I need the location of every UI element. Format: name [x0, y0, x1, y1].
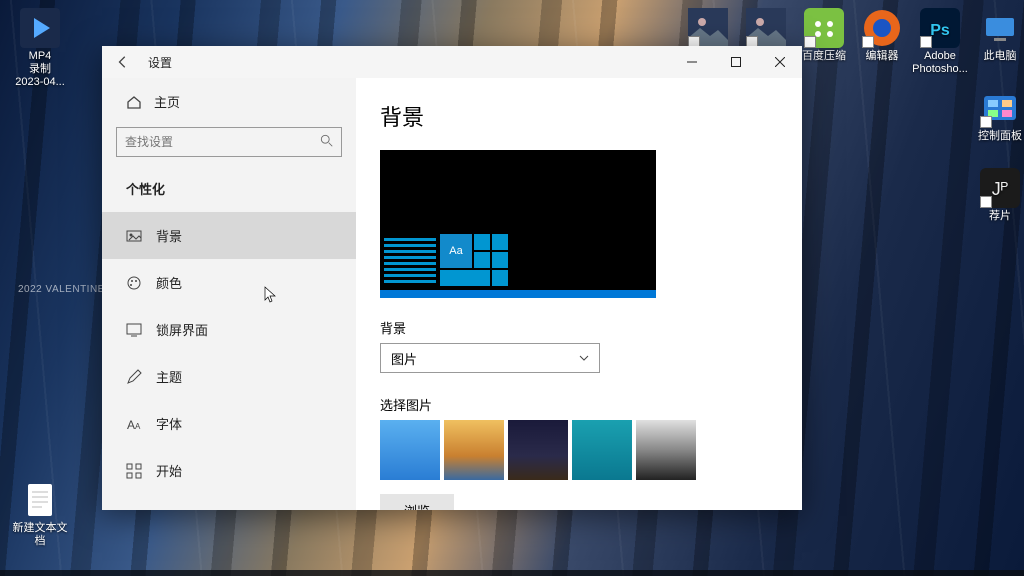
- sidebar-item-label: 字体: [156, 414, 182, 433]
- taskbar-icon: [126, 510, 142, 511]
- sidebar-item-label: 主题: [156, 367, 182, 386]
- taskbar[interactable]: [0, 570, 1024, 576]
- preview-sample-text: Aa: [440, 234, 472, 268]
- background-type-select[interactable]: 图片: [380, 343, 600, 373]
- svg-text:Ps: Ps: [930, 22, 950, 39]
- img-icon: [688, 8, 728, 48]
- sidebar-item-themes[interactable]: 主题: [102, 353, 356, 400]
- svg-text:A: A: [127, 418, 135, 432]
- img-icon: [746, 8, 786, 48]
- desktop-icon-label: MP4 录制 2023-04...: [15, 50, 65, 90]
- desktop-icon-label: 荐片: [989, 210, 1011, 223]
- font-icon: AA: [126, 416, 142, 432]
- txt-icon: [20, 480, 60, 520]
- svg-text:A: A: [135, 422, 141, 431]
- settings-window: 设置 主页 个性化 背景颜色锁屏界面主题AA字体开始任务栏 背景: [102, 46, 802, 510]
- content-pane: 背景 Aa 背景 图片 选择图片: [356, 78, 802, 510]
- home-icon: [126, 94, 142, 110]
- close-button[interactable]: [758, 46, 802, 78]
- pc-icon: [980, 8, 1020, 48]
- orange-icon: [862, 8, 902, 48]
- sidebar-item-label: 开始: [156, 461, 182, 480]
- sidebar-item-start[interactable]: 开始: [102, 447, 356, 494]
- desktop-icon-new-text-doc[interactable]: 新建文本文档: [10, 480, 70, 548]
- preview-taskbar-icon: [380, 290, 656, 298]
- preview-start-list-icon: [384, 238, 436, 286]
- ps-icon: Ps: [920, 8, 960, 48]
- page-title: 背景: [380, 100, 778, 132]
- desktop-icon-file-2[interactable]: [736, 8, 796, 48]
- back-arrow-icon: [116, 55, 130, 69]
- home-label: 主页: [154, 92, 180, 111]
- maximize-button[interactable]: [714, 46, 758, 78]
- titlebar: 设置: [102, 46, 802, 78]
- preview-start-tiles-icon: Aa: [440, 234, 508, 286]
- home-link[interactable]: 主页: [102, 78, 356, 121]
- pencil-icon: [126, 369, 142, 385]
- picture-thumb-night[interactable]: [508, 420, 568, 480]
- desktop-icon-label: 百度压缩: [802, 50, 846, 63]
- desktop-icon-mp4-recording[interactable]: MP4 录制 2023-04...: [10, 8, 70, 90]
- svg-text:Jᴾ: Jᴾ: [992, 179, 1009, 199]
- desktop-icon-label: Adobe Photosho...: [912, 50, 968, 76]
- choose-picture-label: 选择图片: [380, 395, 778, 414]
- chevron-down-icon: [579, 355, 589, 361]
- desktop-icon-label: 控制面板: [978, 130, 1022, 143]
- desktop-icon-label: 此电脑: [984, 50, 1017, 63]
- category-header: 个性化: [102, 171, 356, 212]
- sidebar-item-taskbar[interactable]: 任务栏: [102, 494, 356, 510]
- jp-icon: Jᴾ: [980, 168, 1020, 208]
- background-preview: Aa: [380, 150, 656, 298]
- search-icon: [320, 134, 334, 148]
- picture-thumb-default[interactable]: [380, 420, 440, 480]
- picture-thumb-water[interactable]: [572, 420, 632, 480]
- sidebar-item-label: 背景: [156, 226, 182, 245]
- back-button[interactable]: [112, 51, 134, 73]
- sidebar-item-label: 锁屏界面: [156, 320, 208, 339]
- sidebar-item-label: 任务栏: [156, 508, 195, 510]
- grid-icon: [126, 463, 142, 479]
- sidebar-item-label: 颜色: [156, 273, 182, 292]
- sidebar-item-fonts[interactable]: AA 字体: [102, 400, 356, 447]
- desktop-icon-ruipian[interactable]: Jᴾ 荐片: [970, 168, 1024, 223]
- search-input[interactable]: [116, 127, 342, 157]
- picture-thumb-bw[interactable]: [636, 420, 696, 480]
- picture-thumb-beach[interactable]: [444, 420, 504, 480]
- desktop-icon-this-pc[interactable]: 此电脑: [970, 8, 1024, 63]
- select-value: 图片: [391, 349, 417, 368]
- green-icon: [804, 8, 844, 48]
- desktop-icon-photoshop[interactable]: Ps Adobe Photosho...: [910, 8, 970, 76]
- sidebar: 主页 个性化 背景颜色锁屏界面主题 AA 字体开始任务栏: [102, 78, 356, 510]
- search-box[interactable]: [116, 127, 342, 157]
- play-icon: [20, 8, 60, 48]
- desktop-icon-editor[interactable]: 编辑器: [852, 8, 912, 63]
- sidebar-item-background[interactable]: 背景: [102, 212, 356, 259]
- desktop-icon-browser-compress[interactable]: 百度压缩: [794, 8, 854, 63]
- sidebar-item-colors[interactable]: 颜色: [102, 259, 356, 306]
- desktop-icon-file-1[interactable]: [678, 8, 738, 48]
- sidebar-item-lockscreen[interactable]: 锁屏界面: [102, 306, 356, 353]
- window-title: 设置: [148, 54, 172, 71]
- desktop-icon-control-panel[interactable]: 控制面板: [970, 88, 1024, 143]
- screen-icon: [126, 322, 142, 338]
- cp-icon: [980, 88, 1020, 128]
- desktop-icon-label: 新建文本文档: [10, 522, 70, 548]
- background-type-label: 背景: [380, 318, 778, 337]
- desktop-icon-label: 编辑器: [866, 50, 899, 63]
- palette-icon: [126, 275, 142, 291]
- minimize-button[interactable]: [670, 46, 714, 78]
- image-icon: [126, 228, 142, 244]
- browse-button[interactable]: 浏览: [380, 494, 454, 510]
